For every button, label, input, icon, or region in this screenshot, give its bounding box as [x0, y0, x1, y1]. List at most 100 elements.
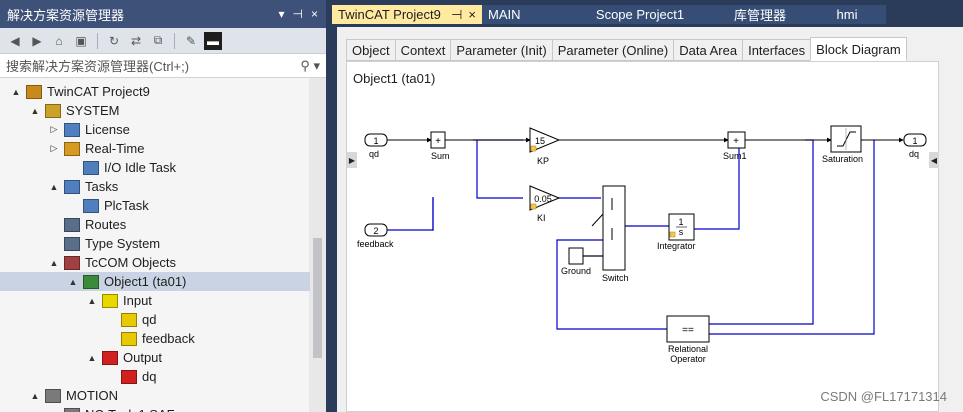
document-area: TwinCAT Project9 ⊣ × MAIN Scope Project1…: [332, 0, 963, 412]
tree-item[interactable]: ▲ Input: [0, 291, 310, 310]
tree-item[interactable]: ▲NC-Task 1 SAF: [0, 405, 310, 412]
tree-item[interactable]: I/O Idle Task: [0, 158, 310, 177]
svg-text:Integrator: Integrator: [657, 241, 696, 251]
tree-scrollbar[interactable]: [309, 78, 326, 412]
search-box[interactable]: 搜索解决方案资源管理器(Ctrl+;) ⚲ ▾: [0, 54, 326, 78]
tree-item-label: Input: [123, 293, 152, 308]
tab-data-area[interactable]: Data Area: [673, 39, 743, 61]
tree-item[interactable]: PlcTask: [0, 196, 310, 215]
expand-toggle-icon[interactable]: ▷: [48, 124, 60, 135]
tab-context[interactable]: Context: [394, 39, 451, 61]
doc-tab-hmi[interactable]: hmi: [808, 5, 886, 24]
doc-tab-scope[interactable]: Scope Project1: [568, 5, 712, 24]
svg-text:+: +: [733, 136, 739, 147]
search-icon[interactable]: ⚲ ▾: [300, 58, 320, 74]
doc-tab-library[interactable]: 库管理器: [712, 5, 808, 24]
inport-feedback[interactable]: 2 feedback: [357, 223, 394, 249]
collapse-all-icon[interactable]: ⧉: [149, 32, 167, 50]
tree-item[interactable]: Routes: [0, 215, 310, 234]
watermark: CSDN @FL17171314: [820, 389, 947, 404]
block-ground[interactable]: Ground: [561, 247, 603, 276]
block-sum1[interactable]: + Sum1: [723, 131, 747, 161]
forward-icon[interactable]: ▶: [28, 32, 46, 50]
tree-item-label: NC-Task 1 SAF: [85, 407, 175, 412]
block-switch[interactable]: Switch: [602, 185, 629, 283]
tab-object[interactable]: Object: [346, 39, 395, 61]
svg-text:KI: KI: [537, 213, 546, 223]
tree-item[interactable]: feedback: [0, 329, 310, 348]
tree-item[interactable]: qd: [0, 310, 310, 329]
expand-toggle-icon[interactable]: ▲: [48, 258, 60, 268]
tree-item[interactable]: Type System: [0, 234, 310, 253]
scrollbar-thumb[interactable]: [313, 238, 322, 358]
tree-item-label: Real-Time: [85, 141, 145, 156]
tab-interfaces[interactable]: Interfaces: [742, 39, 811, 61]
expand-toggle-icon[interactable]: ▲: [86, 296, 98, 306]
block-sum[interactable]: + Sum: [430, 131, 450, 161]
expand-toggle-icon[interactable]: ▲: [86, 353, 98, 363]
solution-tree: ▲ TwinCAT Project9 ▲ SYSTEM ▷ License ▷ Real-Ti…: [0, 78, 326, 412]
svg-text:1: 1: [678, 217, 683, 227]
expand-toggle-icon[interactable]: ▲: [48, 182, 60, 192]
expand-toggle-icon[interactable]: ▲: [10, 87, 22, 97]
sync-icon[interactable]: ⇄: [127, 32, 145, 50]
back-icon[interactable]: ◀: [6, 32, 24, 50]
tree-item[interactable]: ▷ Real-Time: [0, 139, 310, 158]
block-integrator[interactable]: 1 s Integrator: [657, 213, 696, 251]
pin-icon[interactable]: ⊣: [293, 7, 303, 21]
tree-item[interactable]: ▲ Tasks: [0, 177, 310, 196]
block-ki-gain[interactable]: 0.05 KI: [529, 185, 561, 223]
svg-text:Sum1: Sum1: [723, 151, 747, 161]
pin-icon[interactable]: ⊣: [451, 7, 462, 23]
doc-tab-active[interactable]: TwinCAT Project9 ⊣ ×: [332, 5, 482, 24]
svg-text:Sum: Sum: [431, 151, 450, 161]
block-kp-gain[interactable]: 15 KP: [529, 127, 561, 166]
tree-item[interactable]: ▲ Output: [0, 348, 310, 367]
input-var-icon: [121, 312, 137, 327]
svg-text:+: +: [435, 136, 441, 147]
tree-item[interactable]: ▷ License: [0, 120, 310, 139]
object-icon: [83, 274, 99, 289]
svg-text:Saturation: Saturation: [822, 154, 863, 164]
doc-tab-main[interactable]: MAIN: [482, 5, 568, 24]
tab-block-diagram[interactable]: Block Diagram: [810, 37, 907, 61]
inport-qd[interactable]: 1 qd: [364, 133, 388, 159]
outport-dq[interactable]: 1 dq: [903, 133, 927, 159]
expand-toggle-icon[interactable]: ▲: [29, 391, 41, 401]
preview-icon[interactable]: ▬: [204, 31, 222, 50]
tree-item[interactable]: ▲ TcCOM Objects: [0, 253, 310, 272]
block-relational-operator[interactable]: == Relational Operator: [666, 315, 710, 364]
close-icon[interactable]: ×: [311, 7, 318, 21]
expand-toggle-icon[interactable]: ▲: [29, 106, 41, 116]
tree-item[interactable]: ▲ SYSTEM: [0, 101, 310, 120]
object-title: Object1 (ta01): [353, 71, 436, 86]
expand-toggle-icon[interactable]: ▲: [67, 277, 79, 287]
block-saturation[interactable]: Saturation: [822, 125, 863, 164]
typesystem-icon: [64, 236, 80, 251]
tab-parameter-online[interactable]: Parameter (Online): [551, 39, 674, 61]
tree-item[interactable]: ▲ MOTION: [0, 386, 310, 405]
tree-item[interactable]: ▲ Object1 (ta01): [0, 272, 310, 291]
task-icon: [83, 160, 99, 175]
tasks-icon: [64, 179, 80, 194]
solution-explorer-titlebar: 解决方案资源管理器 ▾ ⊣ ×: [0, 0, 326, 28]
tab-parameter-init[interactable]: Parameter (Init): [450, 39, 552, 61]
project-icon: [26, 84, 42, 99]
properties-icon[interactable]: ✎: [182, 32, 200, 50]
motion-icon: [45, 388, 61, 403]
svg-text:1: 1: [373, 136, 378, 146]
switch-views-icon[interactable]: ▣: [72, 32, 90, 50]
tree-item[interactable]: ▲ TwinCAT Project9: [0, 82, 310, 101]
output-folder-icon: [102, 350, 118, 365]
history-icon[interactable]: ↻: [105, 32, 123, 50]
block-diagram-panel: Object1 (ta01) ▶ ◀ 1 qd 2 feedback + Sum…: [346, 61, 939, 412]
tree-item[interactable]: dq: [0, 367, 310, 386]
home-icon[interactable]: ⌂: [50, 32, 68, 50]
document-body: Object Context Parameter (Init) Parameter (…: [337, 27, 963, 412]
dropdown-icon[interactable]: ▾: [279, 7, 285, 21]
solution-explorer-panel: 解决方案资源管理器 ▾ ⊣ × ◀ ▶ ⌂ ▣ ↻ ⇄ ⧉ ✎ ▬ 搜索解决方案…: [0, 0, 329, 412]
close-icon[interactable]: ×: [468, 7, 476, 23]
input-folder-icon: [102, 293, 118, 308]
expand-toggle-icon[interactable]: ▷: [48, 143, 60, 154]
search-input[interactable]: 搜索解决方案资源管理器(Ctrl+;): [6, 56, 189, 75]
